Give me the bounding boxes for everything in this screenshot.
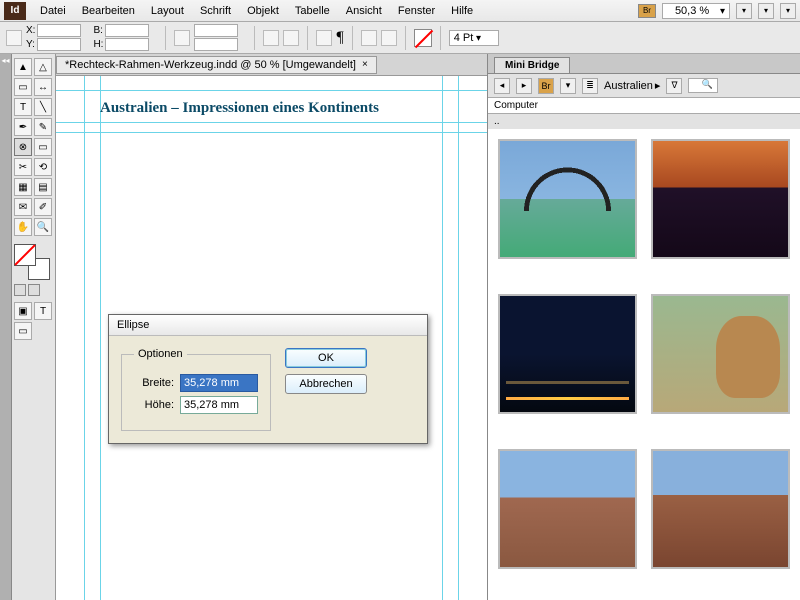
- screen-mode[interactable]: ▭: [14, 322, 32, 340]
- x-input[interactable]: [37, 24, 81, 37]
- ellipse-dialog: Ellipse Optionen Breite: Höhe: OK Abbrec…: [108, 314, 428, 444]
- zoom-tool[interactable]: 🔍: [34, 218, 52, 236]
- up-dir[interactable]: ..: [488, 114, 800, 129]
- ref-point-icon[interactable]: [6, 30, 22, 46]
- rect-tool[interactable]: ▭: [34, 138, 52, 156]
- frame-tool[interactable]: ⊗: [14, 138, 32, 156]
- thumb-3[interactable]: [498, 294, 637, 414]
- mini-bridge-tab[interactable]: Mini Bridge: [494, 57, 570, 73]
- thumbnail-grid: [488, 129, 800, 600]
- options-legend: Optionen: [134, 348, 187, 360]
- paragraph-icon[interactable]: ¶: [336, 29, 343, 47]
- line-tool[interactable]: ╲: [34, 98, 52, 116]
- y-label: Y:: [26, 39, 35, 50]
- browse-icon[interactable]: ▾: [560, 78, 576, 94]
- menu-fenster[interactable]: Fenster: [390, 3, 443, 19]
- options-fieldset: Optionen Breite: Höhe:: [121, 348, 271, 431]
- pencil-tool[interactable]: ✎: [34, 118, 52, 136]
- transform-tool[interactable]: ⟲: [34, 158, 52, 176]
- mini-bridge-panel: Mini Bridge ◂ ▸ Br ▾ ≣ Australien▸ ∇ 🔍 C…: [488, 54, 800, 600]
- fill-swatch[interactable]: [414, 29, 432, 47]
- cancel-button[interactable]: Abbrechen: [285, 374, 367, 394]
- thumb-4[interactable]: [651, 294, 790, 414]
- selection-tool[interactable]: ▲: [14, 58, 32, 76]
- path-bar[interactable]: Computer: [488, 98, 800, 114]
- distribute-icon[interactable]: [381, 30, 397, 46]
- direct-select-tool[interactable]: △: [34, 58, 52, 76]
- back-icon[interactable]: ◂: [494, 78, 510, 94]
- zoom-level[interactable]: 50,3 % ▾: [662, 3, 730, 19]
- type-tool[interactable]: T: [14, 98, 32, 116]
- thumb-5[interactable]: [498, 449, 637, 569]
- flip-v-icon[interactable]: [283, 30, 299, 46]
- bridge-icon[interactable]: Br: [538, 78, 554, 94]
- x-label: X:: [26, 25, 35, 36]
- ok-button[interactable]: OK: [285, 348, 367, 368]
- control-bar: X: Y: B: H: ¶ 4 Pt ▾: [0, 22, 800, 54]
- apply-fill[interactable]: [14, 284, 26, 296]
- align-icon[interactable]: [361, 30, 377, 46]
- thumb-6[interactable]: [651, 449, 790, 569]
- thumb-1[interactable]: [498, 139, 637, 259]
- w-label: B:: [93, 25, 102, 36]
- rotate-icon[interactable]: [174, 30, 190, 46]
- gap-tool[interactable]: ↔: [34, 78, 52, 96]
- hand-tool[interactable]: ✋: [14, 218, 32, 236]
- char-icon[interactable]: [316, 30, 332, 46]
- view-mode-preview[interactable]: T: [34, 302, 52, 320]
- thumb-2[interactable]: [651, 139, 790, 259]
- view-mode-normal[interactable]: ▣: [14, 302, 32, 320]
- document-tab[interactable]: *Rechteck-Rahmen-Werkzeug.indd @ 50 % [U…: [56, 56, 377, 74]
- view-icon[interactable]: ≣: [582, 78, 598, 94]
- width-input[interactable]: [180, 374, 258, 392]
- height-input[interactable]: [180, 396, 258, 414]
- menu-schrift[interactable]: Schrift: [192, 3, 239, 19]
- panel-collapse[interactable]: ◂◂: [0, 54, 12, 600]
- page-tool[interactable]: ▭: [14, 78, 32, 96]
- note-tool[interactable]: ✉: [14, 198, 32, 216]
- page-title: Australien – Impressionen eines Kontinen…: [100, 100, 379, 117]
- menu-bearbeiten[interactable]: Bearbeiten: [74, 3, 143, 19]
- menu-bar: Id Datei Bearbeiten Layout Schrift Objek…: [0, 0, 800, 22]
- gradient-feather-tool[interactable]: ▤: [34, 178, 52, 196]
- scissors-tool[interactable]: ✂: [14, 158, 32, 176]
- menu-hilfe[interactable]: Hilfe: [443, 3, 481, 19]
- gradient-tool[interactable]: ▦: [14, 178, 32, 196]
- menu-objekt[interactable]: Objekt: [239, 3, 287, 19]
- menu-tabelle[interactable]: Tabelle: [287, 3, 338, 19]
- document-tabs: *Rechteck-Rahmen-Werkzeug.indd @ 50 % [U…: [56, 54, 487, 76]
- filter-icon[interactable]: ∇: [666, 78, 682, 94]
- w-input[interactable]: [105, 24, 149, 37]
- view-dropdown-2[interactable]: ▾: [758, 3, 774, 19]
- width-label: Breite:: [134, 377, 174, 389]
- color-swatches[interactable]: [14, 244, 50, 280]
- menu-layout[interactable]: Layout: [143, 3, 192, 19]
- menu-ansicht[interactable]: Ansicht: [338, 3, 390, 19]
- stroke-weight[interactable]: 4 Pt ▾: [449, 30, 499, 46]
- view-dropdown-1[interactable]: ▾: [736, 3, 752, 19]
- pen-tool[interactable]: ✒: [14, 118, 32, 136]
- h-label: H:: [93, 39, 103, 50]
- fwd-icon[interactable]: ▸: [516, 78, 532, 94]
- menu-datei[interactable]: Datei: [32, 3, 74, 19]
- apply-stroke[interactable]: [28, 284, 40, 296]
- breadcrumb[interactable]: Australien▸: [604, 79, 660, 92]
- scale-x-input[interactable]: [194, 24, 238, 37]
- height-label: Höhe:: [134, 399, 174, 411]
- h-input[interactable]: [105, 38, 149, 51]
- close-icon[interactable]: ×: [362, 59, 368, 70]
- toolbox: ▲△ ▭↔ T╲ ✒✎ ⊗▭ ✂⟲ ▦▤ ✉✐ ✋🔍 ▣T ▭: [12, 54, 56, 600]
- app-logo: Id: [4, 2, 26, 20]
- y-input[interactable]: [37, 38, 81, 51]
- bridge-icon[interactable]: Br: [638, 4, 656, 18]
- search-input[interactable]: 🔍: [688, 78, 718, 93]
- tab-title: *Rechteck-Rahmen-Werkzeug.indd @ 50 % [U…: [65, 59, 356, 71]
- eyedropper-tool[interactable]: ✐: [34, 198, 52, 216]
- view-dropdown-3[interactable]: ▾: [780, 3, 796, 19]
- flip-h-icon[interactable]: [263, 30, 279, 46]
- scale-y-input[interactable]: [194, 38, 238, 51]
- dialog-title: Ellipse: [109, 315, 427, 336]
